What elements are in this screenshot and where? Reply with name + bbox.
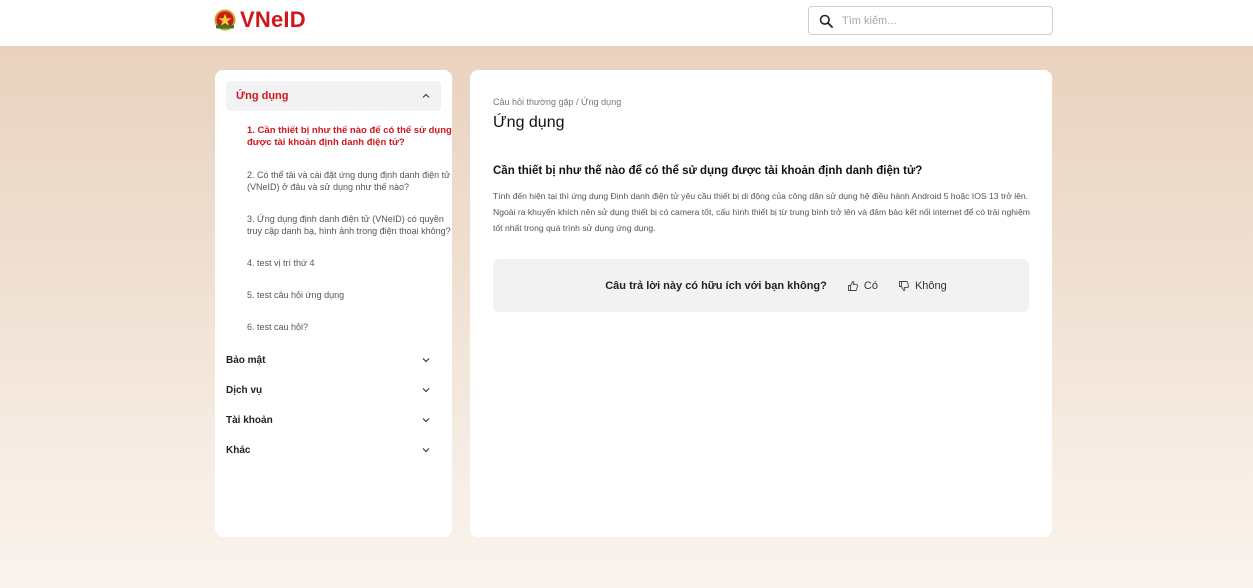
- search-icon: [819, 14, 833, 28]
- search-input[interactable]: [842, 14, 1042, 27]
- category-label: Ứng dụng: [236, 90, 289, 102]
- top-header: VNeID: [0, 0, 1253, 46]
- feedback-question: Câu trả lời này có hữu ích với bạn không…: [605, 279, 827, 292]
- breadcrumb[interactable]: Câu hỏi thường gặp / Ứng dụng: [493, 97, 1029, 107]
- feedback-yes-label: Có: [863, 279, 878, 292]
- chevron-down-icon: [422, 418, 430, 423]
- search-box[interactable]: [808, 6, 1053, 35]
- question-item-5[interactable]: 5. test câu hỏi ứng dụng: [247, 289, 452, 301]
- category-list: Bảo mật Dịch vụ Tài khoản Khác: [226, 345, 441, 465]
- category-label: Bảo mật: [226, 354, 266, 366]
- question-item-6[interactable]: 6. test cau hỏi?: [247, 321, 452, 333]
- question-list: 1. Cần thiết bị như thế nào để có thể sử…: [226, 111, 452, 333]
- chevron-down-icon: [422, 358, 430, 363]
- category-label: Dịch vụ: [226, 384, 263, 396]
- category-label: Khác: [226, 444, 251, 456]
- content-panel: Câu hỏi thường gặp / Ứng dụng Ứng dụng C…: [470, 70, 1052, 537]
- chevron-down-icon: [422, 448, 430, 453]
- sidebar: Ứng dụng 1. Cần thiết bị như thế nào để …: [215, 70, 452, 537]
- question-item-2[interactable]: 2. Có thể tải và cài đặt ứng dụng định d…: [247, 169, 452, 193]
- category-dich-vu[interactable]: Dịch vụ: [226, 375, 441, 405]
- feedback-no-label: Không: [914, 279, 947, 292]
- question-item-4[interactable]: 4. test vị trí thứ 4: [247, 257, 452, 269]
- chevron-down-icon: [422, 388, 430, 393]
- category-bao-mat[interactable]: Bảo mật: [226, 345, 441, 375]
- feedback-yes-button[interactable]: Có: [847, 280, 878, 292]
- answer-text: Tính đến hiện tại thì ứng dụng Định danh…: [493, 191, 1030, 233]
- question-title: Cần thiết bị như thế nào để có thể sử dụ…: [493, 165, 923, 177]
- thumbs-down-icon: [898, 280, 909, 291]
- logo[interactable]: VNeID: [214, 7, 306, 33]
- logo-text: VNeID: [240, 7, 306, 32]
- category-label: Tài khoản: [226, 414, 273, 426]
- category-tai-khoan[interactable]: Tài khoản: [226, 405, 441, 435]
- feedback-box: Câu trả lời này có hữu ích với bạn không…: [493, 259, 1029, 312]
- thumbs-up-icon: [847, 280, 858, 291]
- vneid-emblem-icon: [214, 9, 236, 31]
- feedback-no-button[interactable]: Không: [898, 280, 947, 292]
- page-title: Ứng dụng: [493, 114, 565, 131]
- question-item-3[interactable]: 3. Ứng dụng định danh điện tử (VNeID) có…: [247, 213, 452, 237]
- category-khac[interactable]: Khác: [226, 435, 441, 465]
- question-item-1[interactable]: 1. Cần thiết bị như thế nào để có thể sử…: [247, 125, 452, 149]
- chevron-up-icon: [422, 93, 430, 98]
- category-ung-dung[interactable]: Ứng dụng: [226, 81, 441, 111]
